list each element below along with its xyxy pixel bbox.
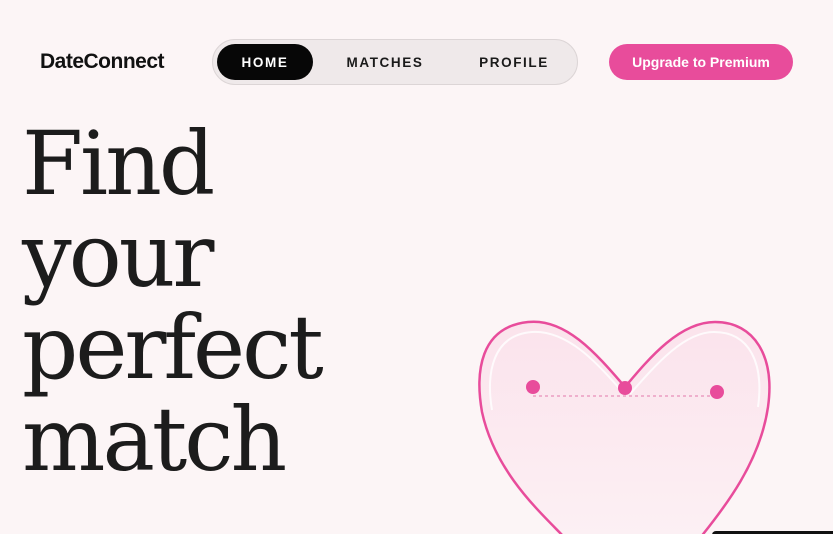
hero-line: perfect [22, 296, 324, 399]
heart-illustration-icon [478, 320, 771, 534]
hero-line: Find [22, 112, 215, 215]
heart-outline [478, 320, 771, 534]
nav-item-profile[interactable]: PROFILE [461, 44, 567, 80]
hero-line: match [22, 388, 287, 491]
brand-logo[interactable]: DateConnect [40, 50, 165, 74]
heart-node-center [618, 381, 632, 395]
page: DateConnect HOME MATCHES PROFILE Upgrade… [0, 0, 833, 534]
nav-item-matches[interactable]: MATCHES [327, 44, 443, 80]
heart-node-left [526, 380, 540, 394]
heart-node-right [710, 385, 724, 399]
main-nav: HOME MATCHES PROFILE [212, 39, 578, 85]
nav-item-home[interactable]: HOME [217, 44, 313, 80]
upgrade-premium-button[interactable]: Upgrade to Premium [609, 44, 793, 80]
hero-line: your [22, 204, 214, 307]
hero-headline: Find your perfect match [22, 118, 442, 486]
